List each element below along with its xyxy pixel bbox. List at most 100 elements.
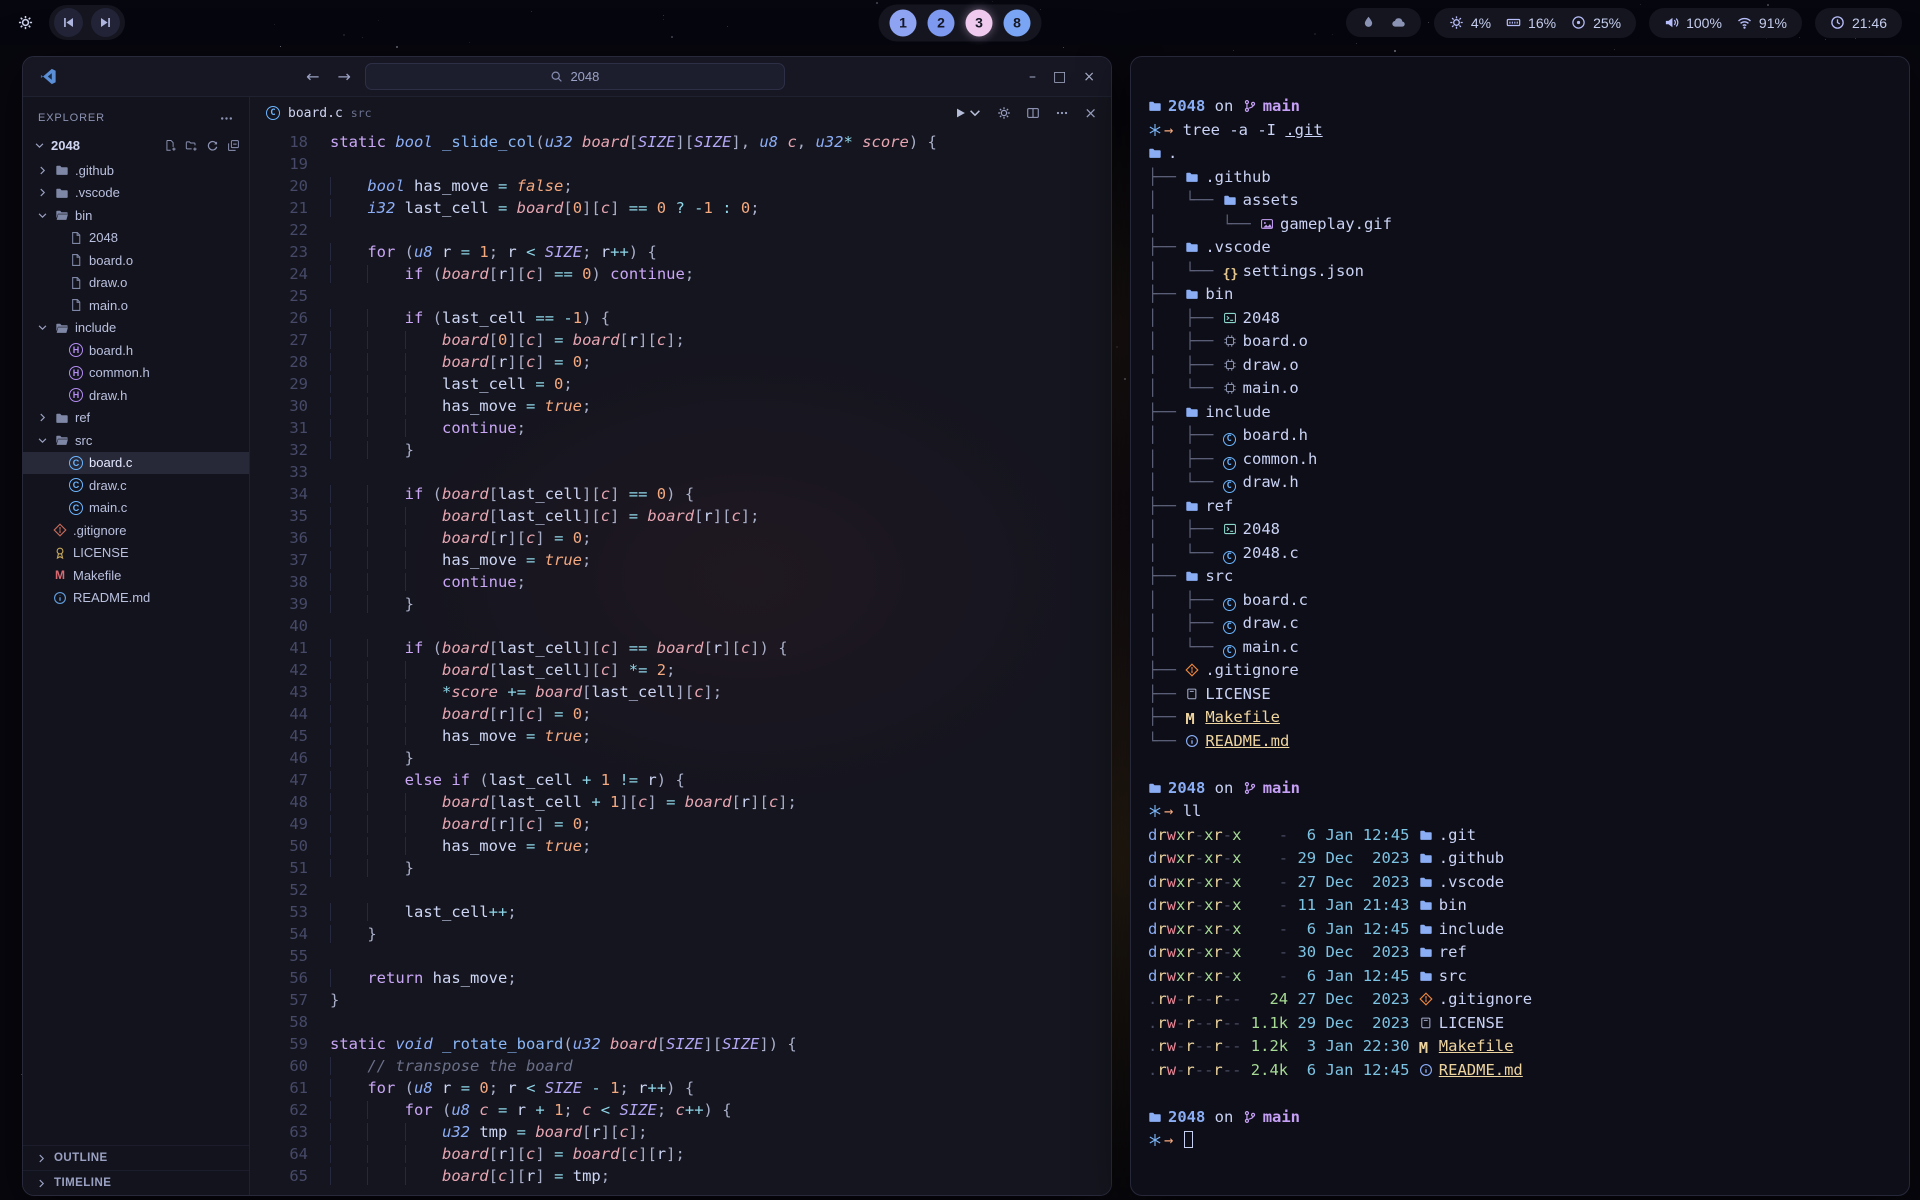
nav-forward-button[interactable]: → — [334, 67, 355, 86]
split-editor-button[interactable] — [1026, 106, 1040, 120]
code-line-33[interactable] — [330, 461, 937, 483]
code-line-23[interactable]: for (u8 r = 1; r < SIZE; r++) { — [330, 241, 937, 263]
explorer-item-README.md[interactable]: README.md — [23, 587, 249, 610]
tab-board-c[interactable]: C board.c src — [250, 97, 388, 129]
code-line-41[interactable]: if (board[last_cell][c] == board[r][c]) … — [330, 637, 937, 659]
command-center-search[interactable]: 2048 — [365, 63, 785, 90]
explorer-more-actions-icon[interactable] — [219, 111, 234, 126]
terminal-window[interactable]: 2048 on main→ tree -a -I .git.├── .githu… — [1130, 56, 1910, 1196]
code-line-31[interactable]: continue; — [330, 417, 937, 439]
code-line-34[interactable]: if (board[last_cell][c] == 0) { — [330, 483, 937, 505]
run-file-button[interactable] — [953, 106, 982, 120]
minimize-button[interactable]: – — [1029, 69, 1036, 85]
code-line-37[interactable]: has_move = true; — [330, 549, 937, 571]
project-root-folder[interactable]: 2048 — [23, 133, 249, 157]
code-line-39[interactable]: } — [330, 593, 937, 615]
system-logo-icon[interactable] — [18, 15, 33, 30]
workspace-1[interactable]: 1 — [890, 9, 917, 36]
explorer-item-src[interactable]: src — [23, 429, 249, 452]
code-line-26[interactable]: if (last_cell == -1) { — [330, 307, 937, 329]
workspace-3-active[interactable]: 3 — [966, 9, 993, 36]
explorer-item-Makefile[interactable]: MMakefile — [23, 564, 249, 587]
explorer-item-draw.c[interactable]: Cdraw.c — [23, 474, 249, 497]
outline-panel[interactable]: OUTLINE — [23, 1145, 249, 1170]
explorer-item-.vscode[interactable]: .vscode — [23, 182, 249, 205]
code-line-51[interactable]: } — [330, 857, 937, 879]
nav-back-button[interactable]: ← — [302, 67, 323, 86]
workspace-8[interactable]: 8 — [1004, 9, 1031, 36]
explorer-item-draw.o[interactable]: draw.o — [23, 272, 249, 295]
code-line-42[interactable]: board[last_cell][c] *= 2; — [330, 659, 937, 681]
code-line-53[interactable]: last_cell++; — [330, 901, 937, 923]
readme-icon — [1419, 1061, 1439, 1085]
code-line-22[interactable] — [330, 219, 937, 241]
code-line-25[interactable] — [330, 285, 937, 307]
code-line-32[interactable]: } — [330, 439, 937, 461]
explorer-item-board.c[interactable]: Cboard.c — [23, 452, 249, 475]
code-line-28[interactable]: board[r][c] = 0; — [330, 351, 937, 373]
explorer-item-main.o[interactable]: main.o — [23, 294, 249, 317]
explorer-item-include[interactable]: include — [23, 317, 249, 340]
code-line-36[interactable]: board[r][c] = 0; — [330, 527, 937, 549]
media-previous-button[interactable] — [54, 8, 83, 37]
code-line-60[interactable]: // transpose the board — [330, 1055, 937, 1077]
close-button[interactable]: × — [1083, 69, 1095, 85]
explorer-item-LICENSE[interactable]: LICENSE — [23, 542, 249, 565]
code-line-47[interactable]: else if (last_cell + 1 != r) { — [330, 769, 937, 791]
workspace-2[interactable]: 2 — [928, 9, 955, 36]
code-line-55[interactable] — [330, 945, 937, 967]
code-line-58[interactable] — [330, 1011, 937, 1033]
more-editor-actions-button[interactable] — [1055, 106, 1069, 120]
explorer-item-.gitignore[interactable]: .gitignore — [23, 519, 249, 542]
code-line-45[interactable]: has_move = true; — [330, 725, 937, 747]
explorer-item-bin[interactable]: bin — [23, 204, 249, 227]
new-folder-button[interactable] — [185, 139, 198, 152]
new-file-button[interactable] — [164, 139, 177, 152]
vscode-titlebar[interactable]: ← → 2048 – □ × — [23, 57, 1111, 97]
code-line-46[interactable]: } — [330, 747, 937, 769]
code-line-19[interactable] — [330, 153, 937, 175]
code-line-38[interactable]: continue; — [330, 571, 937, 593]
close-tab-button[interactable]: × — [1084, 104, 1097, 122]
explorer-item-2048[interactable]: 2048 — [23, 227, 249, 250]
code-editor[interactable]: 1819202122232425262728293031323334353637… — [250, 129, 1111, 1195]
code-line-40[interactable] — [330, 615, 937, 637]
code-line-30[interactable]: has_move = true; — [330, 395, 937, 417]
explorer-item-ref[interactable]: ref — [23, 407, 249, 430]
explorer-item-board.h[interactable]: Hboard.h — [23, 339, 249, 362]
code-line-18[interactable]: static bool _slide_col(u32 board[SIZE][S… — [330, 131, 937, 153]
code-line-35[interactable]: board[last_cell][c] = board[r][c]; — [330, 505, 937, 527]
code-line-59[interactable]: static void _rotate_board(u32 board[SIZE… — [330, 1033, 937, 1055]
collapse-folders-button[interactable] — [227, 139, 240, 152]
maximize-button[interactable]: □ — [1053, 69, 1066, 85]
explorer-item-board.o[interactable]: board.o — [23, 249, 249, 272]
code-line-27[interactable]: board[0][c] = board[r][c]; — [330, 329, 937, 351]
run-settings-gear-icon[interactable] — [997, 106, 1011, 120]
explorer-item-draw.h[interactable]: Hdraw.h — [23, 384, 249, 407]
code-line-61[interactable]: for (u8 r = 0; r < SIZE - 1; r++) { — [330, 1077, 937, 1099]
code-line-56[interactable]: return has_move; — [330, 967, 937, 989]
code-line-24[interactable]: if (board[r][c] == 0) continue; — [330, 263, 937, 285]
explorer-item-common.h[interactable]: Hcommon.h — [23, 362, 249, 385]
refresh-explorer-button[interactable] — [206, 139, 219, 152]
code-line-50[interactable]: has_move = true; — [330, 835, 937, 857]
code-line-20[interactable]: bool has_move = false; — [330, 175, 937, 197]
code-line-49[interactable]: board[r][c] = 0; — [330, 813, 937, 835]
code-line-57[interactable]: } — [330, 989, 937, 1011]
explorer-item-main.c[interactable]: Cmain.c — [23, 497, 249, 520]
media-next-button[interactable] — [91, 8, 120, 37]
code-line-43[interactable]: *score += board[last_cell][c]; — [330, 681, 937, 703]
explorer-item-.github[interactable]: .github — [23, 159, 249, 182]
code-line-65[interactable]: board[c][r] = tmp; — [330, 1165, 937, 1187]
code-line-63[interactable]: u32 tmp = board[r][c]; — [330, 1121, 937, 1143]
code-line-54[interactable]: } — [330, 923, 937, 945]
code-content[interactable]: static bool _slide_col(u32 board[SIZE][S… — [308, 131, 937, 1195]
code-line-52[interactable] — [330, 879, 937, 901]
code-line-21[interactable]: i32 last_cell = board[0][c] == 0 ? -1 : … — [330, 197, 937, 219]
code-line-44[interactable]: board[r][c] = 0; — [330, 703, 937, 725]
code-line-62[interactable]: for (u8 c = r + 1; c < SIZE; c++) { — [330, 1099, 937, 1121]
code-line-64[interactable]: board[r][c] = board[c][r]; — [330, 1143, 937, 1165]
code-line-29[interactable]: last_cell = 0; — [330, 373, 937, 395]
code-line-48[interactable]: board[last_cell + 1][c] = board[r][c]; — [330, 791, 937, 813]
timeline-panel[interactable]: TIMELINE — [23, 1170, 249, 1195]
